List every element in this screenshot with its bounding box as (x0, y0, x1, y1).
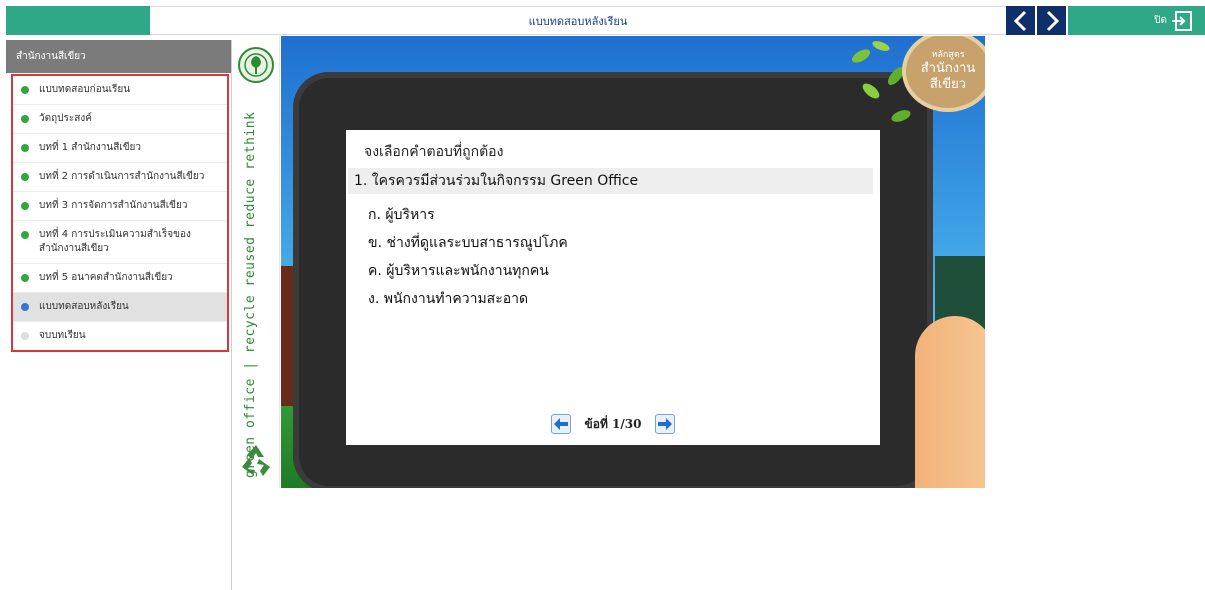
lesson-title: แบบทดสอบหลังเรียน (528, 14, 628, 28)
sidebar-item-chapter-4[interactable]: บทที่ 4 การประเมินความสำเร็จของสำนักงานส… (13, 221, 227, 264)
answer-option-a[interactable]: ก. ผู้บริหาร (368, 204, 435, 226)
close-button[interactable]: ปิด (1154, 9, 1193, 32)
badge-line-1: หลักสูตร (931, 49, 965, 60)
sidebar-menu: แบบทดสอบก่อนเรียน วัตถุประสงค์ บทที่ 1 ส… (11, 74, 229, 352)
sidebar-header: สำนักงานสีเขียว (6, 40, 231, 73)
sidebar-item-label: บทที่ 1 สำนักงานสีเขียว (39, 142, 142, 153)
status-dot-icon (21, 332, 29, 340)
previous-question-button[interactable] (550, 414, 571, 434)
status-dot-icon (21, 303, 29, 311)
chevron-left-icon (1013, 10, 1026, 31)
sidebar-item-label: แบบทดสอบก่อนเรียน (39, 84, 131, 95)
badge-line-3: สีเขียว (929, 76, 967, 92)
answer-option-b[interactable]: ข. ช่างที่ดูแลระบบสาธารณูปโภค (368, 232, 568, 254)
question-counter: ข้อที่ 1/30 (584, 416, 642, 431)
close-label: ปิด (1154, 15, 1167, 26)
status-dot-icon (21, 274, 29, 282)
top-bar-right-accent: ปิด (1068, 6, 1205, 35)
answer-option-c[interactable]: ค. ผู้บริหารและพนักงานทุกคน (368, 260, 549, 282)
status-dot-icon (21, 144, 29, 152)
sidebar-item-chapter-5[interactable]: บทที่ 5 อนาคตสำนักงานสีเขียว (13, 264, 227, 293)
sidebar-item-pretest[interactable]: แบบทดสอบก่อนเรียน (13, 76, 227, 105)
arrow-right-icon (658, 418, 673, 430)
sidebar-item-label: วัตถุประสงค์ (39, 113, 92, 124)
sidebar-item-label: บทที่ 2 การดำเนินการสำนักงานสีเขียว (39, 171, 205, 182)
sidebar-item-label: บทที่ 5 อนาคตสำนักงานสีเขียว (39, 272, 173, 283)
badge-line-2: สำนักงาน (920, 60, 976, 76)
status-dot-icon (21, 86, 29, 94)
quiz-panel: จงเลือกคำตอบที่ถูกต้อง 1. ใครควรมีส่วนร่… (346, 130, 880, 445)
quiz-instruction: จงเลือกคำตอบที่ถูกต้อง (364, 144, 504, 160)
chevron-right-icon (1046, 10, 1059, 31)
branding-slogan: green office | recycle reused reduce ret… (243, 111, 258, 478)
next-question-button[interactable] (655, 414, 676, 434)
status-dot-icon (21, 173, 29, 181)
app-root: แบบทดสอบหลังเรียน ปิด สำนักงานสีเขียว แบ… (0, 0, 1205, 590)
sidebar-item-label: จบบทเรียน (39, 330, 86, 341)
answer-option-d[interactable]: ง. พนักงานทำความสะอาด (368, 288, 528, 310)
sidebar-item-objectives[interactable]: วัตถุประสงค์ (13, 105, 227, 134)
sidebar-item-finish[interactable]: จบบทเรียน (13, 322, 227, 350)
previous-page-button[interactable] (1006, 6, 1035, 35)
arrow-left-icon (553, 418, 568, 430)
sidebar-item-label: แบบทดสอบหลังเรียน (39, 301, 129, 312)
next-page-button[interactable] (1037, 6, 1066, 35)
branding-strip: green office | recycle reused reduce ret… (234, 36, 280, 488)
quiz-question: 1. ใครควรมีส่วนร่วมในกิจกรรม Green Offic… (348, 168, 873, 194)
sidebar-item-label: บทที่ 3 การจัดการสำนักงานสีเขียว (39, 200, 188, 211)
lesson-title-bar: แบบทดสอบหลังเรียน (150, 6, 1006, 35)
sidebar: สำนักงานสีเขียว แบบทดสอบก่อนเรียน วัตถุป… (6, 40, 232, 590)
top-bar-left-accent (6, 6, 150, 35)
sidebar-item-chapter-2[interactable]: บทที่ 2 การดำเนินการสำนักงานสีเขียว (13, 163, 227, 192)
top-bar: แบบทดสอบหลังเรียน ปิด (6, 6, 1205, 35)
exit-icon (1172, 10, 1192, 31)
sidebar-item-posttest[interactable]: แบบทดสอบหลังเรียน (13, 293, 227, 322)
sidebar-item-chapter-1[interactable]: บทที่ 1 สำนักงานสีเขียว (13, 134, 227, 163)
sidebar-item-label: บทที่ 4 การประเมินความสำเร็จของสำนักงานส… (39, 229, 191, 254)
question-pager: ข้อที่ 1/30 (346, 414, 880, 434)
hand-illustration (915, 316, 985, 488)
status-dot-icon (21, 115, 29, 123)
status-dot-icon (21, 202, 29, 210)
recycle-icon (242, 445, 270, 476)
status-dot-icon (21, 231, 29, 239)
sidebar-item-chapter-3[interactable]: บทที่ 3 การจัดการสำนักงานสีเขียว (13, 192, 227, 221)
